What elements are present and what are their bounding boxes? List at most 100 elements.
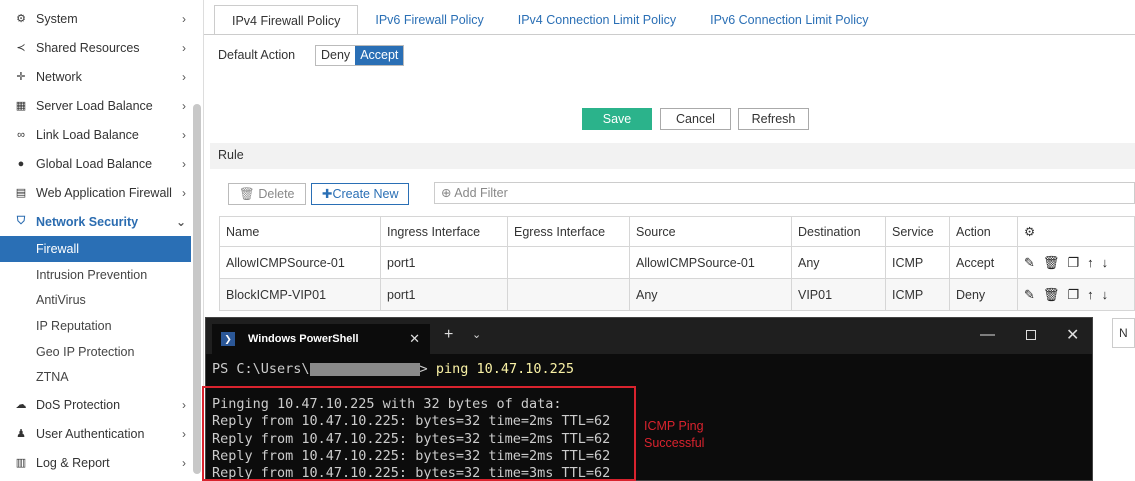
user-icon: ♟ (16, 428, 26, 440)
sidebar-subitem-ip-reputation[interactable]: IP Reputation (0, 313, 191, 339)
maximize-icon[interactable] (1026, 330, 1036, 340)
arrow-up-icon[interactable]: ↑ (1087, 255, 1094, 271)
cell-name: AllowICMPSource-01 (219, 246, 381, 279)
powershell-icon: ❯ (221, 332, 235, 346)
sidebar-item-dos-protection[interactable]: ☁ DoS Protection › (0, 390, 192, 419)
plus-icon: ✚ (322, 187, 333, 201)
chevron-right-icon: › (182, 69, 186, 84)
default-action-label: Default Action (218, 48, 296, 62)
col-source[interactable]: Source (629, 216, 792, 247)
prompt-prefix: PS C:\Users\ (212, 361, 310, 377)
waf-icon: ▤ (15, 187, 27, 199)
accept-option[interactable]: Accept (355, 46, 404, 65)
cancel-button[interactable]: Cancel (660, 108, 731, 130)
save-button[interactable]: Save (582, 108, 652, 130)
clone-icon[interactable]: ❐ (1067, 287, 1079, 303)
deny-option[interactable]: Deny (316, 46, 356, 65)
col-destination[interactable]: Destination (791, 216, 886, 247)
tab-ipv4-connection-limit-policy[interactable]: IPv4 Connection Limit Policy (501, 5, 693, 35)
col-ingress-interface[interactable]: Ingress Interface (380, 216, 508, 247)
sidebar-item-shared-resources[interactable]: ≺ Shared Resources › (0, 33, 192, 62)
sidebar-item-user-authentication[interactable]: ♟ User Authentication › (0, 419, 192, 448)
chevron-right-icon: › (182, 98, 186, 113)
sidebar-scrollbar[interactable] (193, 104, 201, 474)
chevron-right-icon: › (182, 127, 186, 142)
powershell-titlebar: ❯ Windows PowerShell ✕ + ⌄ — ✕ (206, 318, 1092, 354)
chevron-down-icon[interactable]: ⌄ (472, 328, 481, 341)
policy-tabs: IPv4 Firewall Policy IPv6 Firewall Polic… (214, 5, 886, 35)
sidebar-item-network[interactable]: ✛ Network › (0, 62, 192, 91)
arrow-down-icon[interactable]: ↓ (1102, 255, 1109, 271)
refresh-button[interactable]: Refresh (738, 108, 809, 130)
prompt-suffix: > (419, 361, 436, 377)
sidebar-item-system[interactable]: ⚙ System › (0, 4, 192, 33)
sidebar-subitem-geo-ip-protection[interactable]: Geo IP Protection (0, 339, 191, 365)
close-tab-icon[interactable]: ✕ (409, 324, 420, 354)
close-window-icon[interactable]: ✕ (1066, 325, 1079, 345)
col-service[interactable]: Service (885, 216, 950, 247)
cell-service: ICMP (885, 246, 950, 279)
sidebar-subitem-antivirus[interactable]: AntiVirus (0, 287, 191, 313)
cell-source: AllowICMPSource-01 (629, 246, 792, 279)
new-tab-icon[interactable]: + (444, 326, 453, 344)
sidebar-subitem-ztna[interactable]: ZTNA (0, 364, 191, 390)
cell-action: Deny (949, 278, 1018, 311)
chevron-right-icon: › (182, 11, 186, 26)
rule-section-header (210, 143, 1135, 169)
annotation-text: ICMP Ping Successful (644, 419, 705, 450)
sidebar-subitem-firewall[interactable]: Firewall (0, 236, 191, 262)
trash-icon[interactable]: 🗑 (1043, 255, 1060, 271)
sidebar-item-label: Network Security (36, 214, 139, 229)
powershell-prompt-line[interactable]: PS C:\Users\ > ping 10.47.10.225 (212, 361, 574, 378)
clone-icon[interactable]: ❐ (1067, 255, 1079, 271)
highlight-box (202, 386, 636, 481)
powershell-tab-title: Windows PowerShell (248, 333, 359, 345)
cell-name: BlockICMP-VIP01 (219, 278, 381, 311)
cloud-icon: ☁ (15, 399, 27, 411)
col-name[interactable]: Name (219, 216, 381, 247)
rule-title: Rule (218, 148, 244, 162)
table-row[interactable]: BlockICMP-VIP01 port1 Any VIP01 ICMP Den… (219, 278, 1135, 311)
cell-destination: Any (791, 246, 886, 279)
sidebar-item-global-load-balance[interactable]: ● Global Load Balance › (0, 149, 192, 178)
tab-ipv6-connection-limit-policy[interactable]: IPv6 Connection Limit Policy (693, 5, 885, 35)
powershell-tab[interactable]: ❯ Windows PowerShell ✕ (212, 324, 430, 354)
sidebar-subitem-intrusion-prevention[interactable]: Intrusion Prevention (0, 262, 191, 288)
sidebar-item-label: DoS Protection (36, 397, 121, 412)
sidebar-item-label: User Authentication (36, 426, 145, 441)
arrow-down-icon[interactable]: ↓ (1102, 287, 1109, 303)
table-row[interactable]: AllowICMPSource-01 port1 AllowICMPSource… (219, 246, 1135, 279)
chart-icon: ▥ (15, 457, 27, 469)
edit-icon[interactable]: ✎ (1024, 255, 1035, 271)
cell-service: ICMP (885, 278, 950, 311)
col-settings[interactable]: ⚙ (1017, 216, 1135, 247)
sidebar-item-link-load-balance[interactable]: ∞ Link Load Balance › (0, 120, 192, 149)
network-icon: ✛ (16, 71, 26, 83)
create-new-button[interactable]: ✚Create New (311, 183, 410, 205)
add-filter-input[interactable]: ⊕ Add Filter (434, 182, 1135, 204)
tab-ipv6-firewall-policy[interactable]: IPv6 Firewall Policy (358, 5, 500, 35)
cell-row-actions: ✎ 🗑 ❐ ↑ ↓ (1017, 278, 1135, 311)
sidebar-item-label: Web Application Firewall (36, 185, 172, 200)
delete-button[interactable]: 🗑 Delete (228, 183, 306, 205)
sidebar-item-log-report[interactable]: ▥ Log & Report › (0, 448, 192, 477)
sidebar-item-label: Server Load Balance (36, 98, 153, 113)
col-egress-interface[interactable]: Egress Interface (507, 216, 630, 247)
pagination-next[interactable]: N (1112, 318, 1135, 348)
trash-icon[interactable]: 🗑 (1043, 287, 1060, 303)
minimize-icon[interactable]: — (980, 326, 995, 343)
tab-ipv4-firewall-policy[interactable]: IPv4 Firewall Policy (214, 5, 359, 35)
col-action[interactable]: Action (949, 216, 1018, 247)
edit-icon[interactable]: ✎ (1024, 287, 1035, 303)
arrow-up-icon[interactable]: ↑ (1087, 287, 1094, 303)
sidebar-item-web-application-firewall[interactable]: ▤ Web Application Firewall › (0, 178, 192, 207)
gear-icon[interactable]: ⚙ (1024, 225, 1035, 239)
chevron-right-icon: › (182, 397, 186, 412)
sidebar-item-label: Shared Resources (36, 40, 140, 55)
chevron-right-icon: › (182, 455, 186, 470)
server-load-icon: ▦ (15, 100, 27, 112)
cell-action: Accept (949, 246, 1018, 279)
sidebar-item-network-security[interactable]: ⛉ Network Security ⌄ (0, 207, 192, 236)
link-icon: ∞ (17, 128, 25, 141)
sidebar-item-server-load-balance[interactable]: ▦ Server Load Balance › (0, 91, 192, 120)
